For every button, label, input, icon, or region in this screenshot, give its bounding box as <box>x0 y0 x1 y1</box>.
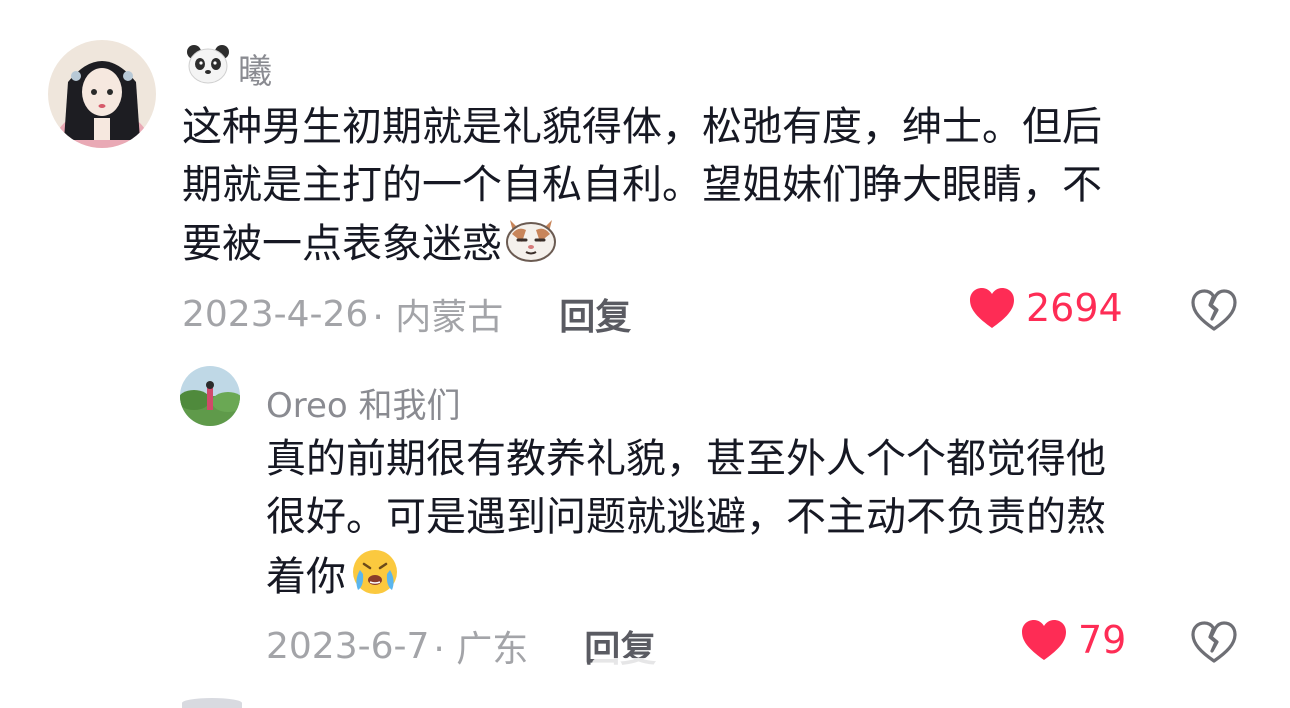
reply-username[interactable]: Oreo 和我们 <box>266 378 461 427</box>
comment-location: · 广东 <box>433 629 529 670</box>
broken-heart-icon <box>1191 621 1237 663</box>
crying-face-emoji-icon <box>348 546 402 612</box>
like-button[interactable]: 79 <box>1020 618 1126 662</box>
smug-cat-emoji-icon <box>504 214 558 278</box>
comment-date: 2023-6-7 <box>266 625 430 667</box>
avatar[interactable] <box>48 40 156 148</box>
dislike-button[interactable] <box>1190 620 1238 668</box>
panda-emoji-icon <box>186 44 230 93</box>
avatar[interactable] <box>180 366 240 426</box>
comment-date: 2023-4-26 <box>182 293 369 335</box>
comment-line: 很好。可是遇到问题就逃避，不主动不负责的熬 <box>266 494 1106 540</box>
dislike-button[interactable] <box>1190 288 1238 336</box>
comment-username[interactable]: 曦 <box>186 44 272 93</box>
comment-line: 着你 <box>266 554 346 600</box>
like-count: 79 <box>1078 618 1127 662</box>
watermark <box>552 650 752 684</box>
comment-text: 这种男生初期就是礼貌得体，松弛有度，绅士。但后 期就是主打的一个自私自利。望姐妹… <box>182 98 1242 278</box>
comment-line: 期就是主打的一个自私自利。望姐妹们睁大眼睛，不 <box>182 162 1102 208</box>
heart-icon <box>970 288 1014 328</box>
heart-icon <box>1022 620 1066 660</box>
like-count: 2694 <box>1026 286 1123 330</box>
broken-heart-icon <box>1191 289 1237 331</box>
username-text: 曦 <box>238 52 272 92</box>
next-comment-avatar-peek <box>182 698 242 708</box>
comment-line: 这种男生初期就是礼貌得体，松弛有度，绅士。但后 <box>182 104 1102 150</box>
comment-location: · 内蒙古 <box>372 297 504 338</box>
comment-meta: 2023-4-26 · 内蒙古 回复 <box>182 288 631 340</box>
like-button[interactable]: 2694 <box>968 286 1123 330</box>
comment-line: 真的前期很有教养礼貌，甚至外人个个都觉得他 <box>266 436 1106 482</box>
reply-text: 真的前期很有教养礼貌，甚至外人个个都觉得他 很好。可是遇到问题就逃避，不主动不负… <box>266 430 1246 612</box>
comment-line: 要被一点表象迷惑 <box>182 221 502 267</box>
reply-button[interactable]: 回复 <box>559 288 631 340</box>
